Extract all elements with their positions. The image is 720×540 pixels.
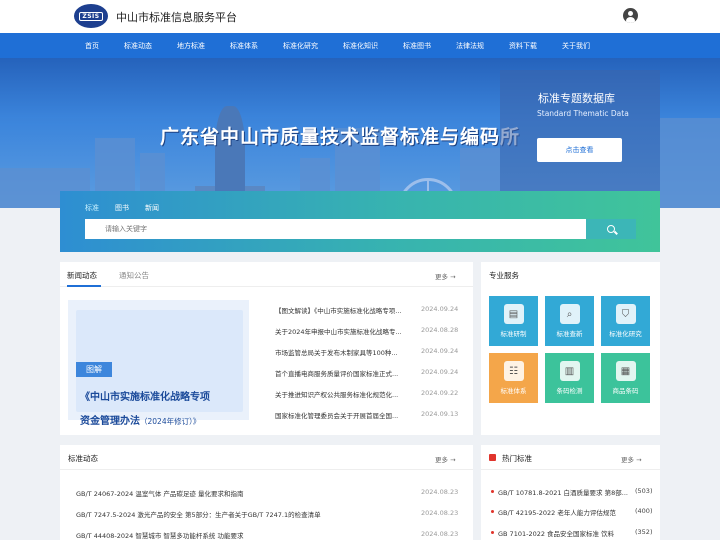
news-card-header: 新闻动态 通知公告 更多 →: [60, 262, 473, 287]
banner-slogan: 广东省中山市质量技术监督标准与编码所: [160, 126, 521, 148]
nav-standard-system[interactable]: 标准体系: [230, 41, 258, 51]
news-date: 2024.09.22: [421, 389, 459, 397]
tab-news[interactable]: 新闻动态: [67, 270, 97, 281]
nav-standardization-research[interactable]: 标准化研究: [283, 41, 318, 51]
hot-standard-count: (503): [635, 487, 653, 495]
service-commodity-barcode[interactable]: ▦ 商品条码: [601, 353, 650, 403]
standard-news-header: 标准动态 更多 →: [60, 445, 473, 470]
standard-news-date: 2024.08.23: [421, 530, 459, 538]
service-standardization-research[interactable]: ⛉ 标准化研究: [601, 296, 650, 346]
nav-standard-news[interactable]: 标准动态: [124, 41, 152, 51]
site-logo[interactable]: ZSIS: [74, 4, 108, 28]
main-nav: 首页 标准动态 地方标准 标准体系 标准化研究 标准化知识 标准图书 法律法规 …: [0, 33, 720, 58]
hot-standards-more-link[interactable]: 更多 →: [621, 454, 642, 464]
news-date: 2024.08.28: [421, 326, 459, 334]
news-date: 2024.09.24: [421, 305, 459, 313]
image-headline-line1: 《中山市实施标准化战略专项: [80, 392, 210, 403]
news-item[interactable]: 关于2024年申报中山市实施标准化战略专...: [275, 326, 415, 336]
hot-standard-count: (352): [635, 528, 653, 536]
structure-icon: ☷: [503, 361, 524, 381]
user-icon[interactable]: [623, 8, 638, 23]
nav-standardization-knowledge[interactable]: 标准化知识: [343, 41, 378, 51]
bullet-icon: [491, 490, 494, 493]
search-input[interactable]: [85, 219, 586, 239]
news-date: 2024.09.24: [421, 368, 459, 376]
search-tab-books[interactable]: 图书: [115, 203, 129, 213]
services-card-header: 专业服务: [481, 262, 660, 287]
services-title: 专业服务: [489, 271, 519, 280]
bullet-icon: [491, 510, 494, 513]
search-button[interactable]: [586, 219, 636, 239]
featured-news-image[interactable]: 图解 《中山市实施标准化战略专项 资金管理办法（2024年修订）》: [68, 300, 249, 427]
fire-icon: [489, 454, 496, 461]
image-headline-line2: 资金管理办法（2024年修订）》: [80, 416, 201, 427]
news-item[interactable]: 关于推进知识产权公共服务标准化规范化...: [275, 389, 415, 399]
site-title: 中山市标准信息服务平台: [116, 11, 237, 24]
news-date: 2024.09.13: [421, 410, 459, 418]
news-more-link[interactable]: 更多 →: [435, 271, 456, 281]
service-standard-search[interactable]: ⌕ 标准查新: [545, 296, 594, 346]
standard-news-date: 2024.08.23: [421, 509, 459, 517]
hot-standards-card: 热门标准 更多 → GB/T 10781.8-2021 白酒质量要求 第8部..…: [481, 445, 660, 540]
nav-local-standards[interactable]: 地方标准: [177, 41, 205, 51]
thematic-db-subtitle: Standard Thematic Data: [537, 109, 629, 118]
logo-text: ZSIS: [79, 11, 103, 21]
image-tag: 图解: [76, 362, 112, 377]
hot-standard-item[interactable]: GB/T 10781.8-2021 白酒质量要求 第8部...: [498, 487, 630, 497]
news-item[interactable]: 【图文解读】《中山市实施标准化战略专项...: [275, 305, 415, 315]
thematic-db-panel: [500, 70, 660, 192]
search-doc-icon: ⌕: [559, 304, 580, 324]
active-tab-underline: [67, 285, 101, 287]
search-panel: 标准 图书 新闻: [60, 191, 660, 252]
document-icon: ▤: [503, 304, 524, 324]
standard-news-card: 标准动态 更多 → GB/T 24067-2024 温室气体 产品碳足迹 量化要…: [60, 445, 473, 540]
service-standard-development[interactable]: ▤ 标准研制: [489, 296, 538, 346]
services-card: 专业服务 ▤ 标准研制 ⌕ 标准查新 ⛉ 标准化研究 ☷ 标准体系 ▥ 条码检测 ▦ 商品条…: [481, 262, 660, 435]
site-header: ZSIS 中山市标准信息服务平台: [0, 0, 720, 33]
standard-news-item[interactable]: GB/T 44408-2024 智慧城市 智慧多功能杆系统 功能要求: [76, 530, 406, 540]
search-tab-news[interactable]: 新闻: [145, 203, 159, 213]
news-card: 新闻动态 通知公告 更多 → 图解 《中山市实施标准化战略专项 资金管理办法（2…: [60, 262, 473, 435]
hot-standards-header: 热门标准 更多 →: [481, 445, 660, 470]
standard-news-item[interactable]: GB/T 24067-2024 温室气体 产品碳足迹 量化要求和指南: [76, 488, 406, 498]
hot-standard-count: (400): [635, 507, 653, 515]
bullet-icon: [491, 531, 494, 534]
nav-laws[interactable]: 法律法规: [456, 41, 484, 51]
search-icon: [607, 225, 615, 233]
thematic-db-title: 标准专题数据库: [538, 92, 615, 105]
view-db-button[interactable]: 点击查看: [537, 138, 622, 162]
nav-downloads[interactable]: 资料下载: [509, 41, 537, 51]
news-item[interactable]: 首个直播电商服务质量评价国家标准正式...: [275, 368, 415, 378]
service-standard-system[interactable]: ☷ 标准体系: [489, 353, 538, 403]
barcode-check-icon: ▥: [559, 361, 580, 381]
news-item[interactable]: 国家标准化管理委员会关于开展首届全国...: [275, 410, 415, 420]
standard-news-more-link[interactable]: 更多 →: [435, 454, 456, 464]
hot-standard-item[interactable]: GB 7101-2022 食品安全国家标准 饮料: [498, 528, 630, 538]
hot-standards-title: 热门标准: [502, 454, 532, 463]
service-barcode-check[interactable]: ▥ 条码检测: [545, 353, 594, 403]
news-item[interactable]: 市场监管总局关于发布木制家具等100种...: [275, 347, 415, 357]
news-date: 2024.09.24: [421, 347, 459, 355]
nav-home[interactable]: 首页: [85, 41, 99, 51]
search-tab-standards[interactable]: 标准: [85, 203, 99, 213]
nav-standard-books[interactable]: 标准图书: [403, 41, 431, 51]
tab-notice[interactable]: 通知公告: [119, 270, 149, 281]
hot-standard-item[interactable]: GB/T 42195-2022 老年人能力评估规范: [498, 507, 630, 517]
standard-news-title: 标准动态: [68, 454, 98, 463]
standard-news-date: 2024.08.23: [421, 488, 459, 496]
standard-news-item[interactable]: GB/T 7247.5-2024 激光产品的安全 第5部分：生产者关于GB/T …: [76, 509, 406, 519]
shield-icon: ⛉: [615, 304, 636, 324]
barcode-icon: ▦: [615, 361, 636, 381]
nav-about[interactable]: 关于我们: [562, 41, 590, 51]
